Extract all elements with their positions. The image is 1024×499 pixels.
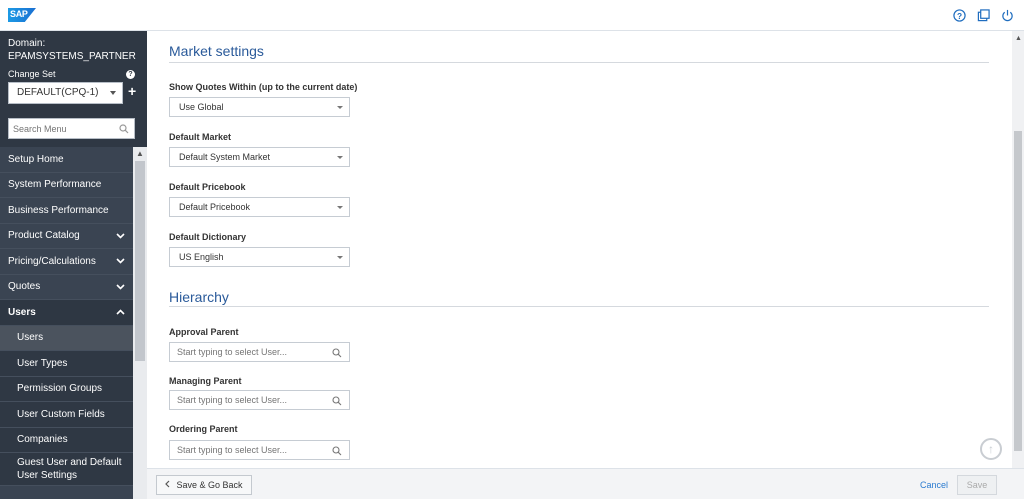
sidebar-item-users[interactable]: Users xyxy=(0,300,133,326)
sidebar-subitem-guest-user-settings[interactable]: Guest User and Default User Settings xyxy=(0,453,133,486)
search-menu-input[interactable] xyxy=(9,119,109,138)
main-content: Market settings Show Quotes Within (up t… xyxy=(150,31,1010,468)
sap-logo-text: SAP xyxy=(10,9,28,19)
save-go-back-label: Save & Go Back xyxy=(176,480,243,490)
power-icon[interactable] xyxy=(1000,8,1014,22)
chevron-up-icon xyxy=(115,307,125,317)
approval-parent-field[interactable] xyxy=(170,343,320,361)
sidebar-subitem-label: Companies xyxy=(17,434,68,446)
default-market-value: Default System Market xyxy=(179,152,271,162)
changeset-help-icon[interactable]: ? xyxy=(126,69,135,79)
search-icon xyxy=(332,445,342,459)
sidebar-subitem-label: User Types xyxy=(17,357,68,369)
sidebar-item-label: Setup Home xyxy=(8,153,64,165)
sidebar-subitem-permission-groups[interactable]: Permission Groups xyxy=(0,376,133,402)
managing-parent-input[interactable] xyxy=(169,390,350,410)
section-title-hierarchy: Hierarchy xyxy=(169,289,229,305)
sidebar-subitem-companies[interactable]: Companies xyxy=(0,427,133,453)
main-scroll-thumb[interactable] xyxy=(1014,131,1022,451)
sidebar-item-label: Business Performance xyxy=(8,204,109,216)
sidebar-subitem-label: Guest User and Default User Settings xyxy=(17,457,122,481)
search-icon xyxy=(119,123,129,137)
help-icon[interactable]: ? xyxy=(952,8,966,22)
sidebar-scrollbar[interactable]: ▲ xyxy=(133,147,147,499)
scroll-up-icon[interactable]: ▲ xyxy=(136,149,144,158)
domain-label: Domain: xyxy=(8,38,46,49)
changeset-row: Change Set ? xyxy=(8,69,139,79)
default-dictionary-label: Default Dictionary xyxy=(169,232,247,242)
section-divider xyxy=(169,62,989,63)
default-market-dropdown[interactable]: Default System Market xyxy=(169,147,350,167)
ordering-parent-input[interactable] xyxy=(169,440,350,460)
search-menu[interactable] xyxy=(8,118,135,139)
show-quotes-value: Use Global xyxy=(179,102,224,112)
section-title-market-settings: Market settings xyxy=(169,43,264,59)
chevron-down-icon xyxy=(337,256,343,259)
default-pricebook-value: Default Pricebook xyxy=(179,202,251,212)
sidebar-scroll-thumb[interactable] xyxy=(135,161,145,361)
add-changeset-icon[interactable]: + xyxy=(128,83,136,99)
sidebar-item-pricing-calculations[interactable]: Pricing/Calculations xyxy=(0,249,133,275)
save-button[interactable]: Save xyxy=(957,475,997,495)
ordering-parent-field[interactable] xyxy=(170,441,320,459)
default-dictionary-dropdown[interactable]: US English xyxy=(169,247,350,267)
sidebar-subitem-user-custom-fields[interactable]: User Custom Fields xyxy=(0,402,133,428)
sidebar-subitem-users[interactable]: Users xyxy=(0,325,133,351)
sidebar-item-business-performance[interactable]: Business Performance xyxy=(0,198,133,224)
external-window-icon[interactable] xyxy=(976,8,990,22)
default-pricebook-dropdown[interactable]: Default Pricebook xyxy=(169,197,350,217)
footer-bar: Save & Go Back Cancel Save xyxy=(147,468,1024,499)
chevron-down-icon xyxy=(337,106,343,109)
ordering-parent-label: Ordering Parent xyxy=(169,424,238,434)
sidebar-header: Domain: EPAMSYSTEMS_PARTNER Change Set ?… xyxy=(0,31,147,147)
changeset-select[interactable]: DEFAULT(CPQ-1) xyxy=(8,82,123,104)
scroll-to-top-icon[interactable]: ↑ xyxy=(980,438,1002,460)
svg-text:?: ? xyxy=(956,10,961,20)
chevron-down-icon xyxy=(110,91,116,95)
sidebar-item-label: System Performance xyxy=(8,179,102,191)
top-icons: ? xyxy=(952,8,1014,22)
chevron-down-icon xyxy=(115,231,125,241)
sidebar-subitem-label: Users xyxy=(17,332,44,344)
save-go-back-button[interactable]: Save & Go Back xyxy=(156,475,252,495)
sap-logo[interactable]: SAP xyxy=(8,8,36,22)
sidebar-item-setup-home[interactable]: Setup Home xyxy=(0,147,133,173)
approval-parent-input[interactable] xyxy=(169,342,350,362)
sidebar-subitem-user-types[interactable]: User Types xyxy=(0,351,133,377)
approval-parent-label: Approval Parent xyxy=(169,327,239,337)
sidebar-item-quotes[interactable]: Quotes xyxy=(0,275,133,300)
sidebar-nav: Setup Home System Performance Business P… xyxy=(0,147,133,486)
cancel-button[interactable]: Cancel xyxy=(920,480,948,490)
domain-value: EPAMSYSTEMS_PARTNER xyxy=(8,51,136,62)
chevron-down-icon xyxy=(115,282,125,292)
default-dictionary-value: US English xyxy=(179,252,224,262)
show-quotes-label: Show Quotes Within (up to the current da… xyxy=(169,82,358,92)
changeset-label: Change Set xyxy=(8,69,56,79)
chevron-down-icon xyxy=(337,156,343,159)
sidebar-item-system-performance[interactable]: System Performance xyxy=(0,173,133,198)
sidebar-item-label: Product Catalog xyxy=(8,230,80,242)
default-market-label: Default Market xyxy=(169,132,232,142)
top-bar: SAP ? xyxy=(0,0,1024,31)
chevron-left-icon xyxy=(165,480,170,490)
search-icon xyxy=(332,347,342,361)
sidebar-item-label: Quotes xyxy=(8,281,41,293)
managing-parent-field[interactable] xyxy=(170,391,320,409)
sidebar-item-label: Pricing/Calculations xyxy=(8,255,96,267)
sidebar-item-product-catalog[interactable]: Product Catalog xyxy=(0,224,133,249)
sidebar: Domain: EPAMSYSTEMS_PARTNER Change Set ?… xyxy=(0,31,147,499)
section-divider xyxy=(169,306,989,307)
show-quotes-dropdown[interactable]: Use Global xyxy=(169,97,350,117)
sidebar-item-label: Users xyxy=(8,306,36,318)
sidebar-subitem-label: Permission Groups xyxy=(17,383,103,395)
changeset-value: DEFAULT(CPQ-1) xyxy=(17,87,99,98)
search-icon xyxy=(332,395,342,409)
scroll-up-icon[interactable]: ▲ xyxy=(1015,35,1022,42)
chevron-down-icon xyxy=(337,206,343,209)
sidebar-subitem-label: User Custom Fields xyxy=(17,408,105,420)
main-scrollbar[interactable]: ▲ xyxy=(1012,31,1024,468)
chevron-down-icon xyxy=(115,256,125,266)
managing-parent-label: Managing Parent xyxy=(169,376,242,386)
default-pricebook-label: Default Pricebook xyxy=(169,182,246,192)
